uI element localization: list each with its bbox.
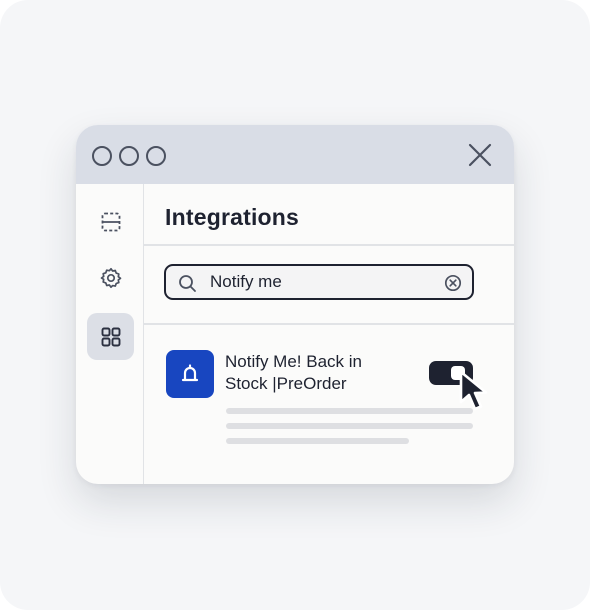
close-icon[interactable] bbox=[464, 142, 496, 168]
sidebar-item-integrations[interactable] bbox=[87, 313, 134, 360]
sidebar-item-settings[interactable] bbox=[87, 254, 134, 301]
window-dot-1-icon[interactable] bbox=[92, 146, 112, 166]
window-dot-2-icon[interactable] bbox=[119, 146, 139, 166]
page-title: Integrations bbox=[165, 204, 300, 230]
description-placeholder-line bbox=[226, 408, 473, 414]
gear-icon bbox=[100, 267, 121, 288]
title-bar bbox=[76, 125, 514, 184]
search-input[interactable] bbox=[210, 266, 430, 298]
description-placeholder-line bbox=[226, 423, 473, 429]
sidebar-item-layout[interactable] bbox=[87, 198, 134, 245]
background-card: Integrations Notify me Notify Me! Back i… bbox=[0, 0, 590, 610]
sidebar bbox=[76, 184, 144, 484]
app-logo bbox=[166, 350, 214, 398]
grid-icon bbox=[101, 327, 120, 346]
description-placeholder-line bbox=[226, 438, 409, 444]
divider bbox=[144, 323, 514, 325]
app-name[interactable]: Notify Me! Back in Stock |PreOrder bbox=[225, 351, 405, 395]
clear-search-icon[interactable] bbox=[444, 274, 462, 297]
search-box[interactable] bbox=[164, 264, 474, 300]
integrations-window: Integrations Notify me Notify Me! Back i… bbox=[76, 125, 514, 484]
mouse-pointer-icon bbox=[459, 370, 497, 421]
search-icon bbox=[178, 274, 197, 298]
bell-icon bbox=[181, 364, 199, 382]
list-layout-icon bbox=[101, 212, 120, 231]
divider bbox=[144, 244, 514, 246]
window-dot-3-icon[interactable] bbox=[146, 146, 166, 166]
